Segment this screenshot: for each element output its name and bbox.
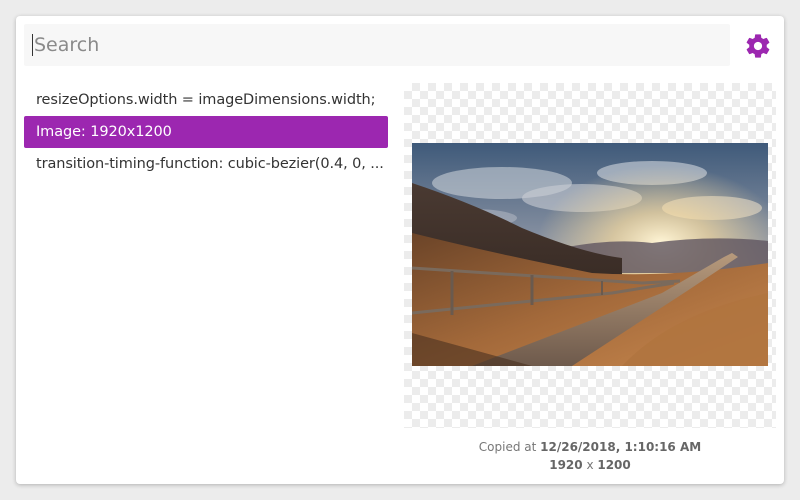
image-width: 1920 bbox=[549, 458, 583, 472]
clipboard-history-list: resizeOptions.width = imageDimensions.wi… bbox=[24, 84, 388, 180]
preview-metadata: Copied at 12/26/2018, 1:10:16 AM 1920 x … bbox=[404, 438, 776, 474]
image-dimensions: 1920 x 1200 bbox=[404, 456, 776, 474]
dimension-separator: x bbox=[582, 458, 598, 472]
settings-button[interactable] bbox=[744, 32, 772, 60]
image-height: 1200 bbox=[597, 458, 631, 472]
clipboard-manager-window: resizeOptions.width = imageDimensions.wi… bbox=[16, 16, 784, 484]
clipboard-item[interactable]: resizeOptions.width = imageDimensions.wi… bbox=[24, 84, 388, 116]
copied-at-line: Copied at 12/26/2018, 1:10:16 AM bbox=[404, 438, 776, 456]
image-preview-pane bbox=[404, 83, 776, 428]
gear-icon bbox=[746, 34, 770, 58]
search-bar bbox=[24, 24, 730, 66]
copied-at-timestamp: 12/26/2018, 1:10:16 AM bbox=[540, 440, 702, 454]
copied-at-label: Copied at bbox=[478, 440, 541, 454]
clipboard-item-selected[interactable]: Image: 1920x1200 bbox=[24, 116, 388, 148]
text-caret bbox=[32, 34, 33, 56]
search-input[interactable] bbox=[32, 24, 722, 66]
clipboard-item[interactable]: transition-timing-function: cubic-bezier… bbox=[24, 148, 388, 180]
preview-image bbox=[412, 143, 768, 366]
